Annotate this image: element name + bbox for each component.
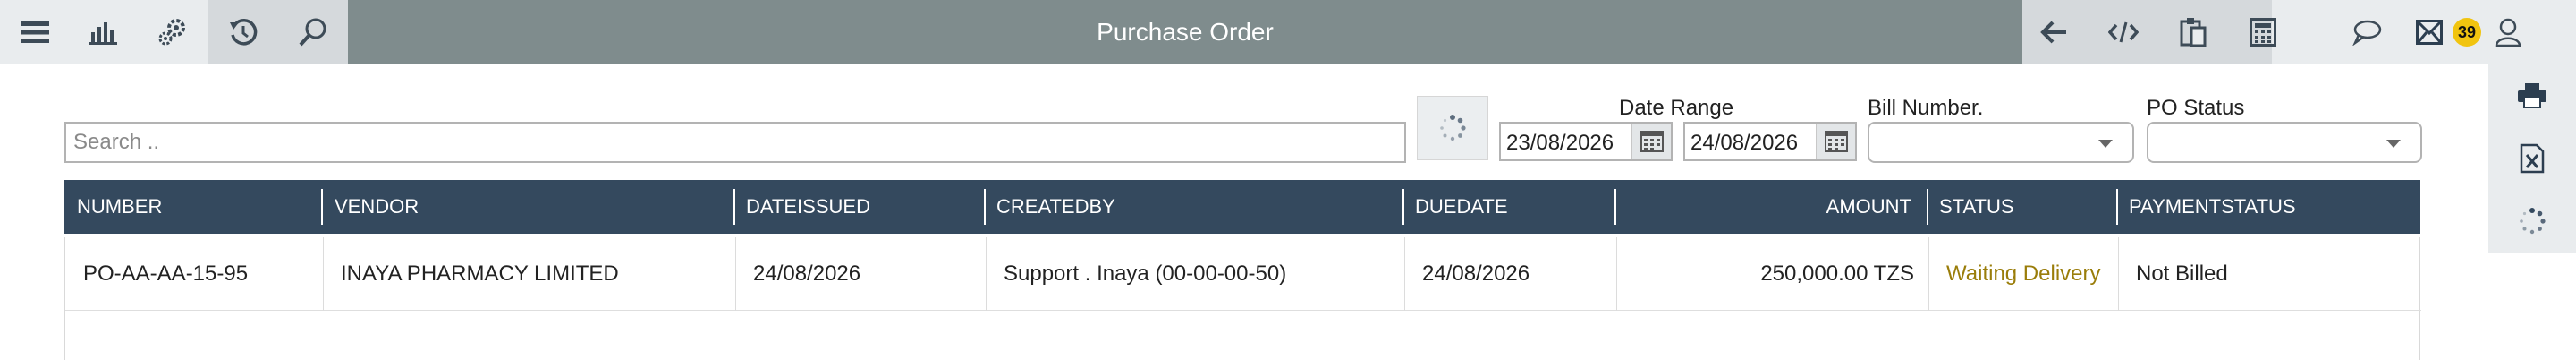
column-header-createdby[interactable]: CREATEDBY bbox=[996, 180, 1115, 234]
bar-chart-icon[interactable] bbox=[68, 0, 138, 64]
loading-spinner-icon bbox=[1440, 115, 1466, 141]
po-status-label: PO Status bbox=[2147, 96, 2245, 120]
calendar-icon[interactable] bbox=[1631, 124, 1671, 159]
code-icon[interactable] bbox=[2089, 0, 2158, 64]
page-title: Purchase Order bbox=[348, 0, 2022, 64]
column-divider bbox=[1402, 189, 1404, 225]
cell-divider bbox=[1928, 237, 1929, 311]
date-to-field[interactable]: 24/08/2026 bbox=[1683, 122, 1857, 161]
calculator-icon[interactable] bbox=[2228, 0, 2298, 64]
table-body: PO-AA-AA-15-95 INAYA PHARMACY LIMITED 24… bbox=[64, 237, 2421, 360]
cell-createdby: Support . Inaya (00-00-00-50) bbox=[1004, 261, 1287, 286]
chat-bubble-icon[interactable] bbox=[2332, 0, 2402, 64]
table-header: NUMBER VENDOR DATEISSUED CREATEDBY DUEDA… bbox=[64, 180, 2420, 234]
cell-divider bbox=[986, 237, 987, 311]
settings-gears-icon[interactable] bbox=[138, 0, 208, 64]
cell-duedate: 24/08/2026 bbox=[1422, 261, 1530, 286]
po-status-select[interactable] bbox=[2147, 122, 2422, 163]
printer-icon[interactable] bbox=[2488, 64, 2576, 127]
cell-divider bbox=[1616, 237, 1617, 311]
date-to-value: 24/08/2026 bbox=[1690, 131, 1799, 155]
cell-divider bbox=[323, 237, 324, 311]
column-divider bbox=[984, 189, 986, 225]
column-header-paymentstatus[interactable]: PAYMENTSTATUS bbox=[2129, 180, 2296, 234]
date-from-field[interactable]: 23/08/2026 bbox=[1499, 122, 1673, 161]
cell-divider bbox=[2118, 237, 2119, 311]
search-icon[interactable] bbox=[278, 0, 348, 64]
column-divider bbox=[1614, 189, 1616, 225]
side-action-rail bbox=[2488, 64, 2576, 253]
loading-spinner-icon bbox=[2488, 190, 2576, 253]
user-icon[interactable] bbox=[2483, 0, 2533, 64]
cell-status: Waiting Delivery bbox=[1946, 261, 2101, 286]
cell-amount: 250,000.00 TZS bbox=[1760, 261, 1914, 286]
bill-number-label: Bill Number. bbox=[1868, 96, 1984, 120]
bill-number-select[interactable] bbox=[1868, 122, 2134, 163]
column-divider bbox=[1927, 189, 1928, 225]
cell-vendor: INAYA PHARMACY LIMITED bbox=[341, 261, 619, 286]
table-row[interactable]: PO-AA-AA-15-95 INAYA PHARMACY LIMITED 24… bbox=[65, 237, 2421, 311]
column-divider bbox=[733, 189, 735, 225]
notification-badge[interactable]: 39 bbox=[2453, 18, 2481, 47]
date-range-label: Date Range bbox=[1619, 96, 1734, 120]
excel-export-icon[interactable] bbox=[2488, 127, 2576, 190]
back-arrow-icon[interactable] bbox=[2019, 0, 2089, 64]
top-bar: Purchase Order 39 bbox=[0, 0, 2576, 64]
menu-icon[interactable] bbox=[0, 0, 70, 64]
calendar-icon[interactable] bbox=[1816, 124, 1855, 159]
chevron-down-icon bbox=[2098, 140, 2113, 148]
history-icon[interactable] bbox=[208, 0, 278, 64]
chevron-down-icon bbox=[2386, 140, 2401, 148]
date-from-value: 23/08/2026 bbox=[1506, 131, 1614, 155]
cell-divider bbox=[1404, 237, 1405, 311]
cell-divider bbox=[735, 237, 736, 311]
cell-dateissued: 24/08/2026 bbox=[753, 261, 861, 286]
refresh-spinner[interactable] bbox=[1417, 96, 1488, 160]
column-divider bbox=[321, 189, 323, 225]
clipboard-icon[interactable] bbox=[2158, 0, 2228, 64]
column-header-duedate[interactable]: DUEDATE bbox=[1415, 180, 1508, 234]
mail-icon[interactable] bbox=[2402, 0, 2456, 64]
column-divider bbox=[2116, 189, 2118, 225]
column-header-number[interactable]: NUMBER bbox=[77, 180, 162, 234]
search-input[interactable] bbox=[64, 122, 1406, 163]
column-header-status[interactable]: STATUS bbox=[1939, 180, 2014, 234]
cell-paymentstatus: Not Billed bbox=[2136, 261, 2228, 286]
column-header-vendor[interactable]: VENDOR bbox=[335, 180, 419, 234]
column-header-amount[interactable]: AMOUNT bbox=[1625, 180, 1911, 234]
column-header-dateissued[interactable]: DATEISSUED bbox=[746, 180, 870, 234]
cell-number: PO-AA-AA-15-95 bbox=[83, 261, 249, 286]
